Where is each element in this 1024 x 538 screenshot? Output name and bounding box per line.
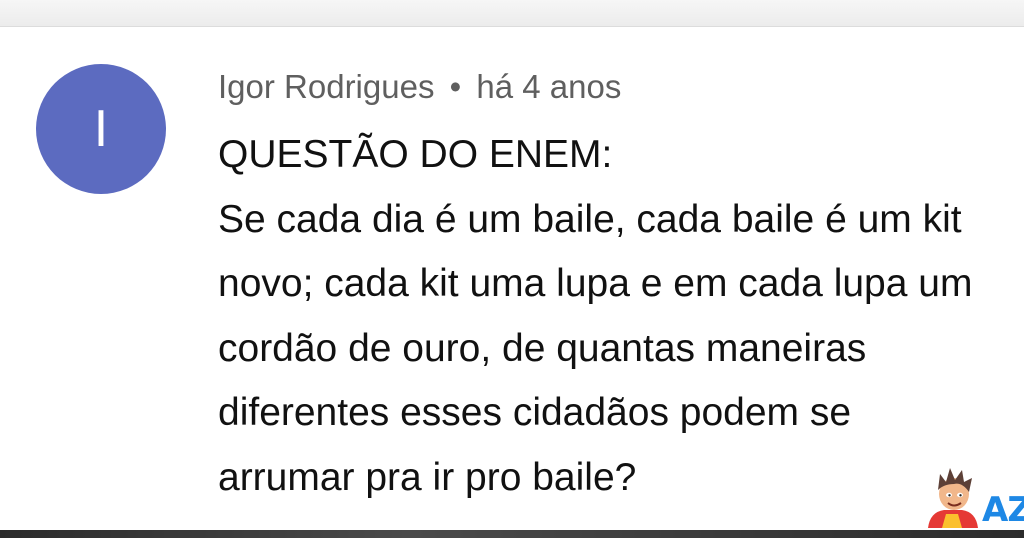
comment-line-5: diferentes esses cidadãos podem se — [218, 391, 852, 434]
comment-line-6: arrumar pra ir pro baile? — [218, 455, 637, 499]
bottom-edge-band — [0, 530, 1024, 538]
comment-meta: Igor Rodrigues • há 4 anos — [218, 65, 621, 109]
avatar[interactable]: I — [36, 64, 166, 194]
meta-separator: • — [449, 68, 462, 105]
comment-line-2: Se cada dia é um baile, cada baile é um … — [218, 197, 962, 241]
comment-line-3: novo; cada kit uma lupa e em cada lupa u… — [218, 262, 973, 305]
watermark-text: AZ — [982, 490, 1024, 530]
comment-card: I Igor Rodrigues • há 4 anos QUESTÃO DO … — [0, 27, 1024, 530]
comment-line-4: cordão de ouro, de quantas maneiras — [218, 326, 867, 370]
comment-line-1: QUESTÃO DO ENEM: — [218, 133, 613, 176]
author-name[interactable]: Igor Rodrigues — [218, 68, 434, 105]
top-divider-band — [0, 0, 1024, 27]
comment-body: QUESTÃO DO ENEM: Se cada dia é um baile,… — [218, 123, 1024, 510]
comment-timestamp[interactable]: há 4 anos — [476, 68, 621, 105]
site-watermark-logo: AZ — [922, 462, 1024, 532]
avatar-letter: I — [93, 100, 109, 158]
